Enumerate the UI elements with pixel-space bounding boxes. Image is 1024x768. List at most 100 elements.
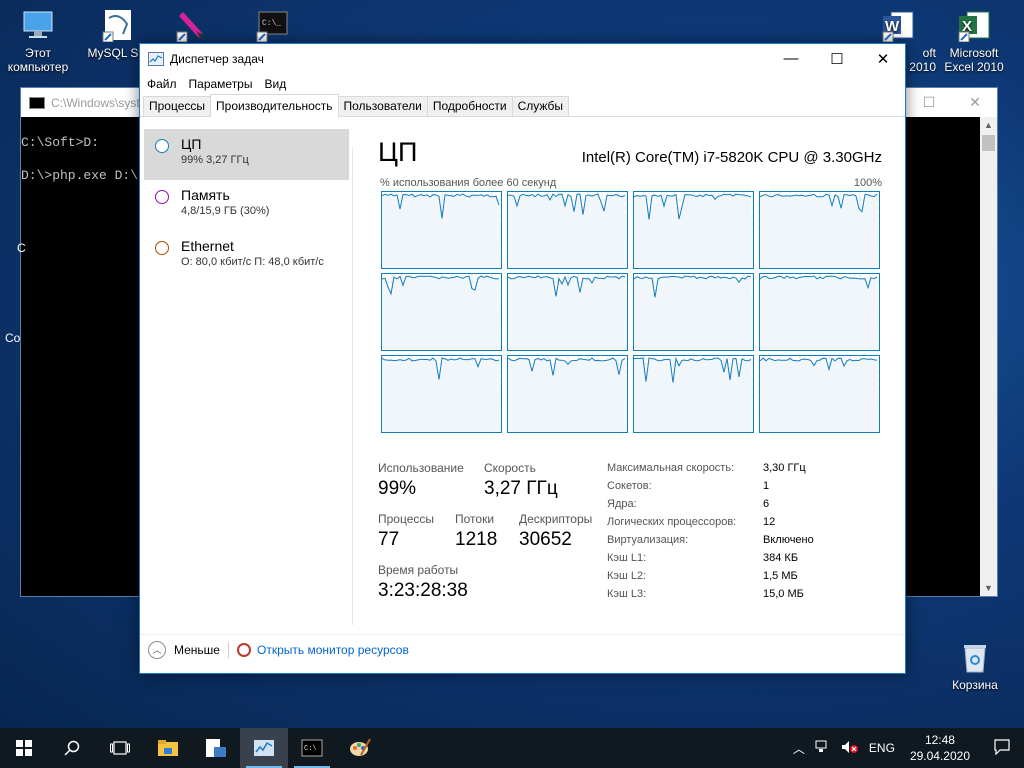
menu-view[interactable]: Вид: [264, 77, 286, 91]
detail-key: Ядра:: [607, 498, 637, 510]
minimize-icon[interactable]: —: [768, 44, 814, 73]
detail-key: Виртуализация:: [607, 534, 689, 546]
core-graph: [633, 355, 754, 433]
stat-usage: Использование 99%: [378, 461, 464, 500]
paint-icon: [350, 738, 371, 756]
stat-label: Процессы: [378, 512, 435, 526]
stat-value: 3,27 ГГц: [484, 478, 558, 499]
menu-options[interactable]: Параметры: [189, 77, 253, 91]
volume-muted-icon[interactable]: [836, 740, 864, 757]
chevron-up-icon[interactable]: ︿: [788, 740, 810, 757]
folder-icon: [158, 740, 178, 756]
database-tool-icon: [206, 739, 226, 757]
core-graph: [381, 191, 502, 269]
taskbar-task-manager[interactable]: [240, 728, 288, 768]
word-icon: W: [881, 8, 915, 43]
tab-users[interactable]: Пользователи: [337, 96, 428, 116]
footer-divider: [227, 641, 229, 658]
desktop-icon-shortcut-3[interactable]: [154, 8, 230, 46]
core-graph: [759, 273, 880, 351]
task-manager-icon: [254, 740, 274, 756]
network-icon[interactable]: [810, 740, 836, 757]
taskbar-explorer[interactable]: [144, 728, 192, 768]
detail-value: 1: [763, 480, 770, 492]
memory-indicator-icon: [155, 190, 169, 204]
cmd-scrollbar[interactable]: ▲ ▼: [980, 117, 997, 596]
core-graph: [381, 273, 502, 351]
clock[interactable]: 12:48 29.04.2020: [900, 732, 980, 764]
computer-icon: [21, 8, 55, 42]
cmd-close-icon[interactable]: ✕: [952, 88, 998, 117]
core-graph: [759, 355, 880, 433]
desktop-icon-recycle-bin[interactable]: Корзина: [940, 640, 1010, 692]
resource-name: ЦП: [181, 136, 202, 152]
stat-handles: Дескрипторы 30652: [519, 512, 592, 551]
scroll-thumb[interactable]: [982, 135, 995, 151]
system-tray: ︿ ENG 12:48 29.04.2020: [788, 728, 1024, 768]
resource-ethernet[interactable]: Ethernet О: 80,0 кбит/с П: 48,0 кбит/с: [144, 231, 349, 282]
taskbar-mysql[interactable]: [192, 728, 240, 768]
core-graph: [507, 273, 628, 351]
detail-value: 12: [763, 516, 776, 528]
stat-value: 3:23:28:38: [378, 580, 468, 601]
resource-summary: 99% 3,27 ГГц: [181, 154, 249, 166]
task-manager-icon: [148, 51, 164, 66]
task-manager-window[interactable]: Диспетчер задач — ☐ ✕ Файл Параметры Вид…: [139, 43, 906, 674]
detail-value: 384 КБ: [763, 552, 799, 564]
search-button[interactable]: [48, 728, 96, 768]
recycle-bin-label: Корзина: [952, 678, 998, 692]
stat-value: 1218: [455, 529, 498, 550]
tab-processes[interactable]: Процессы: [143, 96, 212, 116]
svg-text:C:\: C:\: [304, 745, 317, 753]
clock-time: 12:48: [924, 733, 955, 747]
detail-key: Максимальная скорость:: [607, 462, 735, 474]
maximize-icon[interactable]: ☐: [814, 44, 860, 73]
desktop-icon-this-pc[interactable]: Этот компьютер: [0, 8, 76, 74]
stat-label: Скорость: [484, 461, 536, 475]
core-graph: [381, 355, 502, 433]
tab-bar: Процессы Производительность Пользователи…: [140, 94, 905, 117]
close-icon[interactable]: ✕: [860, 44, 906, 73]
clock-date: 29.04.2020: [909, 749, 970, 763]
detail-key: Кэш L1:: [607, 552, 647, 564]
desktop-icon-shortcut-cmd[interactable]: C:\_: [234, 8, 310, 46]
menu-file[interactable]: Файл: [147, 77, 177, 91]
resource-memory[interactable]: Память 4,8/15,9 ГБ (30%): [144, 180, 349, 231]
open-resource-monitor-link[interactable]: Открыть монитор ресурсов: [257, 643, 409, 657]
scroll-down-icon[interactable]: ▼: [980, 580, 997, 596]
core-graph: [633, 191, 754, 269]
core-graph: [759, 191, 880, 269]
scroll-up-icon[interactable]: ▲: [980, 117, 997, 133]
chevron-up-icon[interactable]: ︿: [148, 640, 166, 659]
resource-name: Ethernet: [181, 238, 234, 254]
tab-services[interactable]: Службы: [511, 96, 570, 116]
input-language[interactable]: ENG: [864, 741, 900, 755]
detail-value: 15,0 МБ: [763, 588, 804, 600]
stat-label: Потоки: [455, 512, 495, 526]
core-graph: [507, 355, 628, 433]
desktop-side-text: Co: [5, 331, 21, 345]
desktop-icon-excel[interactable]: X Microsoft Excel 2010: [936, 8, 1012, 74]
tab-details[interactable]: Подробности: [426, 96, 513, 116]
taskbar-cmd[interactable]: C:\: [288, 728, 336, 768]
core-graph-grid[interactable]: [381, 191, 880, 435]
detail-value: Включено: [763, 534, 814, 546]
task-view-button[interactable]: [96, 728, 144, 768]
svg-text:C:\_: C:\_: [262, 19, 281, 28]
notifications-icon[interactable]: [980, 738, 1024, 758]
fewer-details-link[interactable]: Меньше: [174, 643, 220, 657]
resource-name: Память: [181, 187, 230, 203]
menu-bar: Файл Параметры Вид: [140, 73, 905, 94]
core-graph: [507, 191, 628, 269]
cmd-title-text: C:\Windows\syst: [51, 95, 140, 110]
pen-icon: [175, 8, 209, 43]
detail-value: 1,5 МБ: [763, 570, 798, 582]
resource-summary: О: 80,0 кбит/с П: 48,0 кбит/с: [181, 256, 324, 268]
resource-cpu[interactable]: ЦП 99% 3,27 ГГц: [144, 129, 349, 180]
resource-monitor-icon[interactable]: [236, 642, 251, 657]
start-button[interactable]: [0, 728, 48, 768]
tab-performance[interactable]: Производительность: [210, 94, 339, 117]
cmd-maximize-icon[interactable]: ☐: [906, 88, 952, 117]
taskbar-paint[interactable]: [336, 728, 384, 768]
stat-value: 77: [378, 529, 400, 550]
